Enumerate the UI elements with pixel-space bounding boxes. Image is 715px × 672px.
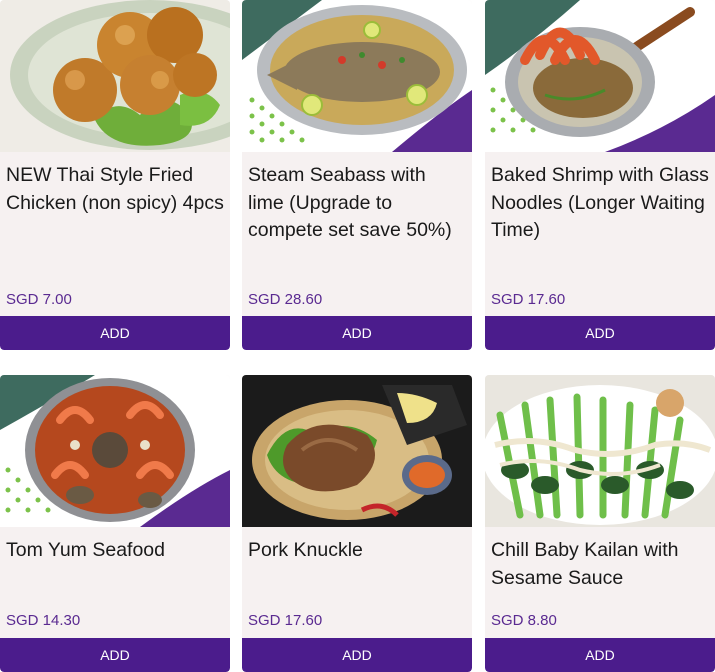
product-price: SGD 17.60 bbox=[491, 291, 566, 308]
baked-shrimp-image bbox=[485, 0, 715, 152]
tom-yum-image bbox=[0, 375, 230, 527]
product-name: Pork Knuckle bbox=[248, 539, 363, 561]
product-card[interactable]: Steam Seabass with lime (Upgrade to comp… bbox=[242, 0, 472, 350]
product-price: SGD 7.00 bbox=[6, 291, 72, 308]
baby-kailan-image bbox=[485, 375, 715, 527]
product-card[interactable]: Tom Yum Seafood SGD 14.30 ADD bbox=[0, 375, 230, 672]
product-card[interactable]: Pork Knuckle SGD 17.60 ADD bbox=[242, 375, 472, 672]
steamed-seabass-image bbox=[242, 0, 472, 152]
add-button[interactable]: ADD bbox=[485, 316, 715, 350]
product-name: Steam Seabass with lime (Upgrade to comp… bbox=[248, 164, 452, 241]
add-button[interactable]: ADD bbox=[242, 316, 472, 350]
product-name: Baked Shrimp with Glass Noodles (Longer … bbox=[491, 164, 709, 241]
product-card[interactable]: Baked Shrimp with Glass Noodles (Longer … bbox=[485, 0, 715, 350]
product-card[interactable]: NEW Thai Style Fried Chicken (non spicy)… bbox=[0, 0, 230, 350]
product-card[interactable]: Chill Baby Kailan with Sesame Sauce SGD … bbox=[485, 375, 715, 672]
product-name: NEW Thai Style Fried Chicken (non spicy)… bbox=[6, 164, 224, 214]
product-name: Tom Yum Seafood bbox=[6, 539, 165, 561]
add-button[interactable]: ADD bbox=[0, 638, 230, 672]
pork-knuckle-image bbox=[242, 375, 472, 527]
product-price: SGD 8.80 bbox=[491, 612, 557, 629]
product-price: SGD 17.60 bbox=[248, 612, 323, 629]
product-name: Chill Baby Kailan with Sesame Sauce bbox=[491, 539, 679, 589]
add-button[interactable]: ADD bbox=[485, 638, 715, 672]
fried-chicken-image bbox=[0, 0, 230, 152]
product-price: SGD 28.60 bbox=[248, 291, 323, 308]
add-button[interactable]: ADD bbox=[242, 638, 472, 672]
add-button[interactable]: ADD bbox=[0, 316, 230, 350]
product-price: SGD 14.30 bbox=[6, 612, 81, 629]
